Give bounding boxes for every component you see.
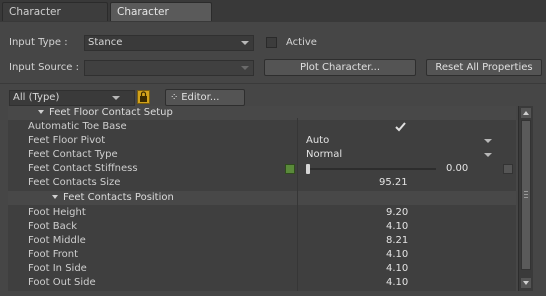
active-label: Active xyxy=(286,37,317,48)
prop-label: Feet Contacts Size xyxy=(28,177,121,188)
prop-automatic-toe-base[interactable]: Automatic Toe Base xyxy=(8,120,516,134)
prop-foot-out-side[interactable]: Foot Out Side 4.10 xyxy=(8,276,516,290)
prop-label: Feet Floor Pivot xyxy=(28,135,106,146)
input-source-dropdown[interactable] xyxy=(84,60,254,76)
input-type-value: Stance xyxy=(88,37,123,48)
prop-feet-contact-stiffness[interactable]: Feet Contact Stiffness 0.00 xyxy=(8,162,516,176)
scroll-down-button[interactable] xyxy=(521,278,531,288)
prop-label: Foot Front xyxy=(28,249,79,260)
plot-character-button[interactable]: Plot Character... xyxy=(264,59,416,76)
group-label: Feet Floor Contact Setup xyxy=(49,107,173,118)
feet-contact-type-value: Normal xyxy=(306,149,343,160)
active-checkbox[interactable] xyxy=(266,37,277,48)
tab-character-settings[interactable]: Character Settings xyxy=(110,2,212,37)
editor-icon: ⁘ xyxy=(170,92,179,103)
prop-value: 8.21 xyxy=(386,235,409,246)
vertical-scrollbar[interactable] xyxy=(518,106,533,291)
prop-feet-contacts-size[interactable]: Feet Contacts Size 95.21 xyxy=(8,176,516,190)
chevron-down-icon xyxy=(241,66,249,70)
prop-label: Foot In Side xyxy=(28,263,87,274)
stiffness-slider-handle[interactable] xyxy=(306,164,310,174)
editor-button-label: Editor... xyxy=(181,92,220,103)
column-divider xyxy=(297,118,298,291)
input-type-label: Input Type : xyxy=(9,37,68,48)
prop-label: Foot Height xyxy=(28,207,86,218)
stiffness-slider-track[interactable] xyxy=(306,168,436,170)
chevron-down-icon[interactable] xyxy=(484,139,492,143)
prop-value: 9.20 xyxy=(386,207,409,218)
key-icon[interactable] xyxy=(503,164,513,174)
prop-value: 4.10 xyxy=(386,221,409,232)
prop-foot-in-side[interactable]: Foot In Side 4.10 xyxy=(8,262,516,276)
chevron-down-icon xyxy=(112,96,120,100)
contacts-size-value: 95.21 xyxy=(379,177,408,188)
group-label: Feet Contacts Position xyxy=(63,192,174,203)
expand-triangle-icon xyxy=(38,110,44,114)
prop-label: Feet Contact Stiffness xyxy=(28,163,138,174)
group-feet-contacts-position[interactable]: Feet Contacts Position xyxy=(8,191,516,205)
input-type-dropdown[interactable]: Stance xyxy=(84,35,254,51)
prop-value: 4.10 xyxy=(386,263,409,274)
auto-toe-checkbox[interactable] xyxy=(395,121,406,132)
scroll-up-button[interactable] xyxy=(521,108,531,118)
feet-floor-pivot-value: Auto xyxy=(306,135,330,146)
prop-label: Foot Back xyxy=(28,221,78,232)
chevron-down-icon xyxy=(241,41,249,45)
editor-button[interactable]: ⁘ Editor... xyxy=(165,89,245,106)
tab-character-definition[interactable]: Character Definition xyxy=(2,2,108,37)
type-filter-value: All (Type) xyxy=(13,92,60,103)
scroll-thumb[interactable] xyxy=(521,120,531,270)
lock-icon[interactable] xyxy=(137,90,150,104)
divider xyxy=(0,83,546,84)
stiffness-value: 0.00 xyxy=(446,163,469,174)
chevron-down-icon[interactable] xyxy=(484,153,492,157)
prop-value: 4.10 xyxy=(386,277,409,288)
reset-all-properties-button[interactable]: Reset All Properties xyxy=(426,59,542,76)
prop-foot-front[interactable]: Foot Front 4.10 xyxy=(8,248,516,262)
prop-label: Automatic Toe Base xyxy=(28,121,127,132)
property-grid: Feet Floor Contact Setup Automatic Toe B… xyxy=(8,106,516,291)
key-icon[interactable] xyxy=(285,164,295,174)
prop-value: 4.10 xyxy=(386,249,409,260)
input-source-label: Input Source : xyxy=(9,62,79,73)
type-filter-dropdown[interactable]: All (Type) xyxy=(9,90,135,106)
prop-foot-middle[interactable]: Foot Middle 8.21 xyxy=(8,234,516,248)
prop-feet-floor-pivot[interactable]: Feet Floor Pivot Auto xyxy=(8,134,516,148)
prop-label: Foot Middle xyxy=(28,235,86,246)
prop-foot-back[interactable]: Foot Back 4.10 xyxy=(8,220,516,234)
prop-foot-height[interactable]: Foot Height 9.20 xyxy=(8,206,516,220)
group-feet-floor-contact-setup[interactable]: Feet Floor Contact Setup xyxy=(8,106,516,120)
expand-triangle-icon xyxy=(52,195,58,199)
prop-feet-contact-type[interactable]: Feet Contact Type Normal xyxy=(8,148,516,162)
prop-label: Feet Contact Type xyxy=(28,149,118,160)
prop-label: Foot Out Side xyxy=(28,277,96,288)
